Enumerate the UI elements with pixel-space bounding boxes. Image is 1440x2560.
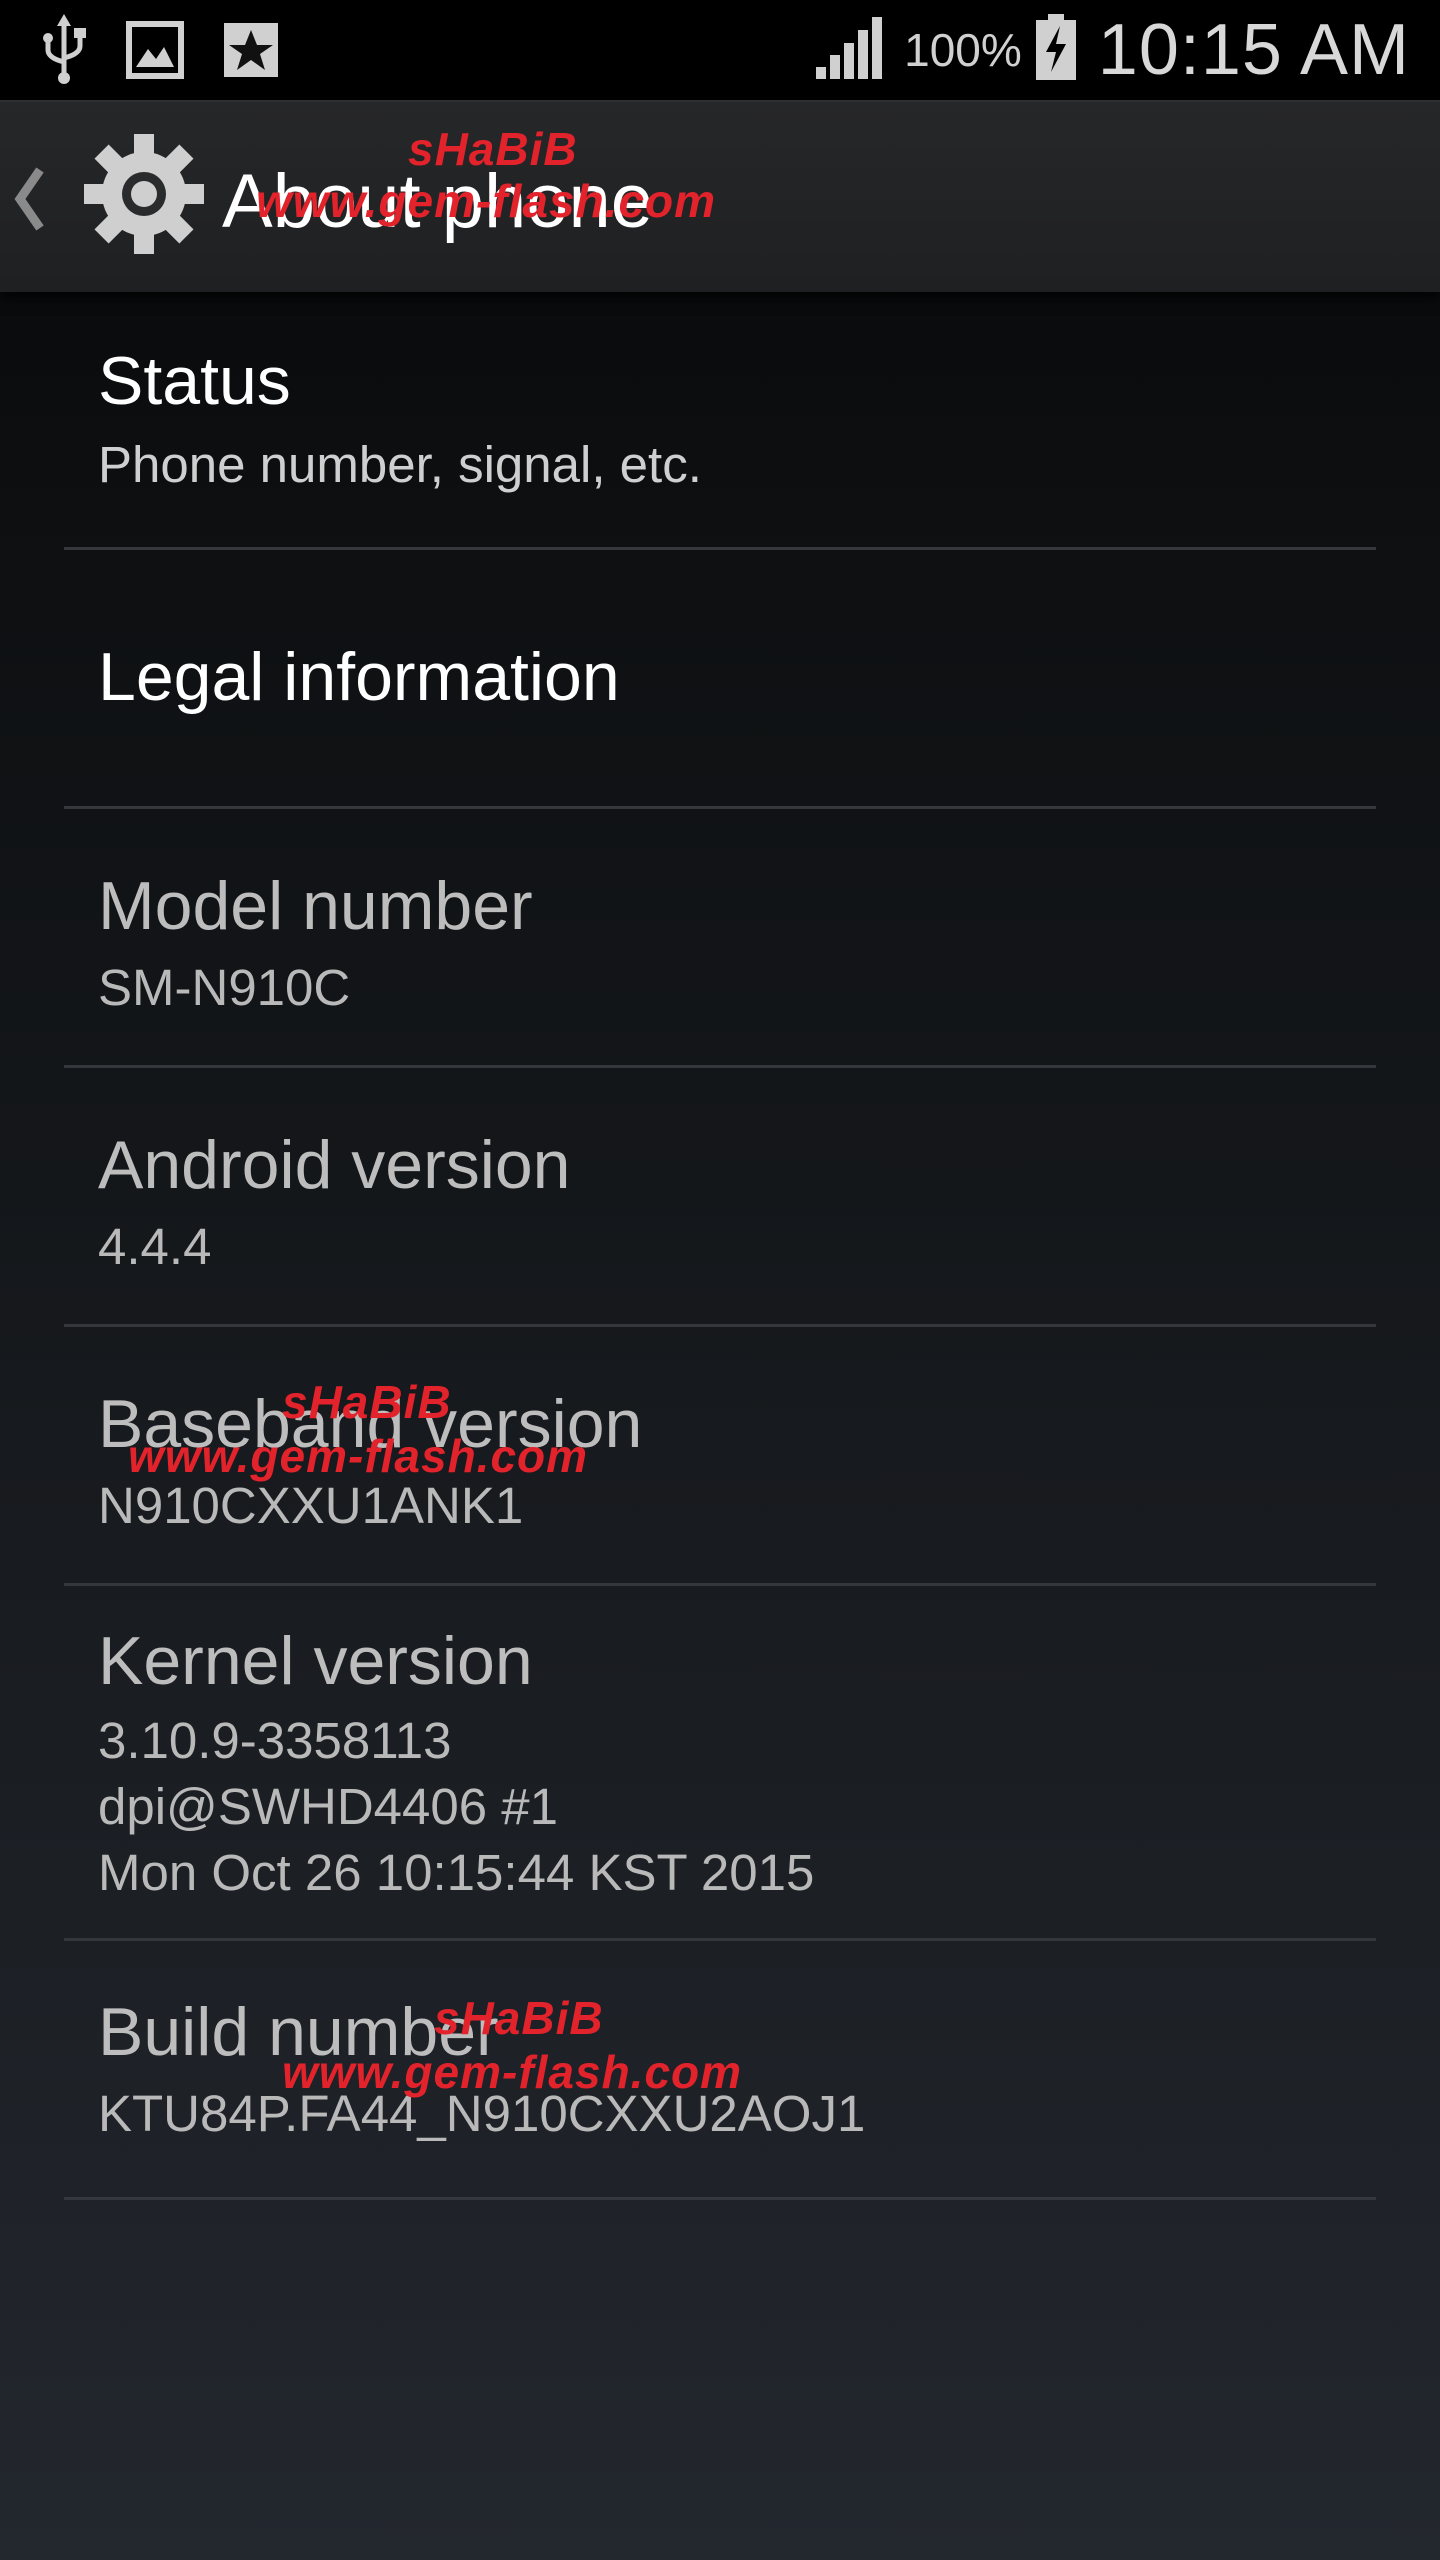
list-item-legal-information[interactable]: Legal information <box>64 550 1376 809</box>
watermark-site: www.gem-flash.com <box>282 2046 743 2098</box>
watermark-site: www.gem-flash.com <box>128 1430 589 1482</box>
list-item-kernel-version: Kernel version 3.10.9-3358113 dpi@SWHD44… <box>64 1586 1376 1941</box>
item-title: Legal information <box>98 639 620 715</box>
list-item-build-number: Build number KTU84P.FA44_N910CXXU2AOJ1 s… <box>64 1941 1376 2200</box>
notification-icons <box>40 14 318 91</box>
item-summary: SM-N910C <box>98 959 351 1016</box>
battery-percent: 100% <box>904 24 1022 76</box>
star-badge-icon <box>222 21 280 84</box>
list-item-status[interactable]: Status Phone number, signal, etc. <box>64 290 1376 550</box>
watermark-name: sHaBiB <box>408 123 578 175</box>
picture-icon <box>126 21 184 84</box>
item-summary: 3.10.9-3358113 dpi@SWHD4406 #1 Mon Oct 2… <box>98 1712 815 1901</box>
settings-list: Status Phone number, signal, etc. Legal … <box>0 290 1440 2200</box>
item-title: Model number <box>98 868 533 944</box>
gear-icon[interactable] <box>82 132 206 261</box>
usb-icon <box>40 14 88 91</box>
list-item-android-version: Android version 4.4.4 <box>64 1068 1376 1327</box>
item-summary: 4.4.4 <box>98 1218 212 1275</box>
watermark-name: sHaBiB <box>434 1992 604 2044</box>
list-item-baseband-version: Baseband version N910CXXU1ANK1 sHaBiB ww… <box>64 1327 1376 1586</box>
clock: 10:15 AM <box>1097 10 1410 90</box>
signal-icon <box>814 15 884 86</box>
screen: 100% 10:15 AM About phone sHaBiB www.gem… <box>0 0 1440 2560</box>
battery-charging-icon <box>1034 13 1078 87</box>
item-summary: Phone number, signal, etc. <box>98 436 702 493</box>
item-title: Kernel version <box>98 1623 533 1699</box>
list-item-model-number: Model number SM-N910C <box>64 809 1376 1068</box>
item-title: Android version <box>98 1127 571 1203</box>
action-bar: About phone sHaBiB www.gem-flash.com <box>0 100 1440 292</box>
chevron-left-icon[interactable] <box>12 164 48 239</box>
watermark-site: www.gem-flash.com <box>256 175 717 227</box>
system-icons: 100% 10:15 AM <box>814 8 1410 92</box>
status-bar: 100% 10:15 AM <box>0 0 1440 100</box>
watermark-name: sHaBiB <box>282 1376 452 1428</box>
item-title: Status <box>98 343 291 419</box>
